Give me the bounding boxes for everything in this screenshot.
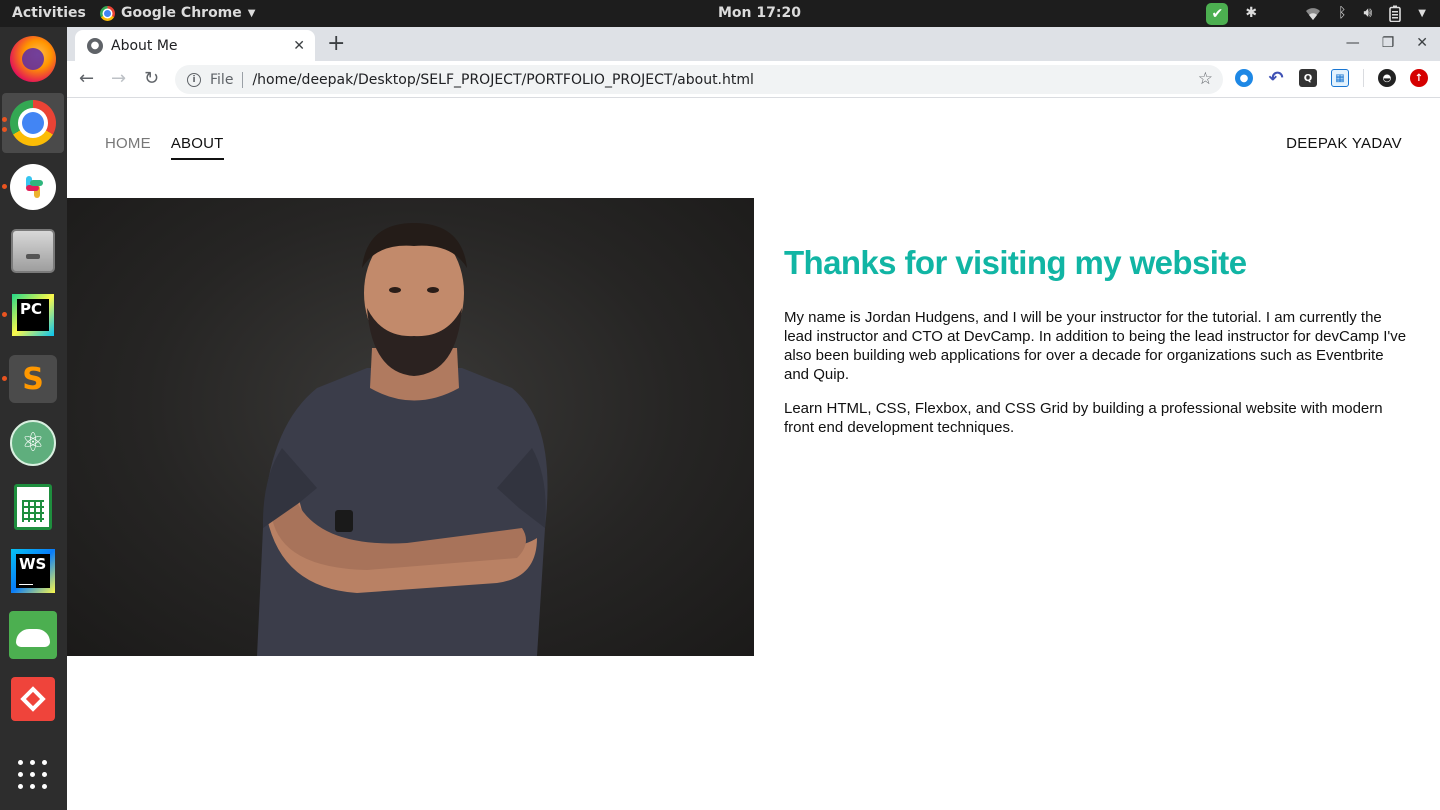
pycharm-icon-label: PC	[20, 300, 43, 318]
info-icon[interactable]: i	[187, 72, 201, 87]
undo-extension-icon[interactable]: ↶	[1267, 68, 1285, 89]
running-indicator	[2, 376, 7, 381]
activities-button[interactable]: Activities	[12, 5, 86, 21]
web-page: HOME ABOUT DEEPAK YADAV Thanks for visit…	[67, 99, 1440, 810]
tab-strip: ● About Me ✕ + — ❐ ✕	[67, 27, 1440, 61]
profile-photo	[67, 198, 754, 656]
address-bar[interactable]: i File /home/deepak/Desktop/SELF_PROJECT…	[175, 65, 1223, 94]
spreadsheet-icon	[14, 484, 52, 530]
atom-icon: ⚛	[10, 420, 56, 466]
intro-paragraph: My name is Jordan Hudgens, and I will be…	[784, 309, 1407, 383]
reload-icon[interactable]: ↻	[144, 68, 159, 90]
dock-pycharm[interactable]: PC	[2, 285, 64, 345]
dock-slack[interactable]	[2, 157, 64, 217]
url-text[interactable]: /home/deepak/Desktop/SELF_PROJECT/PORTFO…	[252, 72, 753, 88]
chrome-app-icon	[100, 5, 115, 21]
running-indicator	[2, 127, 7, 132]
webstorm-icon: WS	[11, 549, 55, 593]
toolbar-divider	[1363, 69, 1364, 87]
restore-icon[interactable]: ❐	[1382, 35, 1395, 51]
globe-extension-icon[interactable]: ●	[1235, 69, 1253, 87]
nav-link-home[interactable]: HOME	[105, 135, 151, 160]
tab-about-me[interactable]: ● About Me ✕	[75, 30, 315, 61]
calendar-extension-icon[interactable]: ▦	[1331, 69, 1349, 87]
slack-tray-icon[interactable]: ✱	[1245, 3, 1257, 24]
forward-arrow-icon[interactable]: →	[111, 68, 126, 90]
close-window-icon[interactable]: ✕	[1416, 35, 1428, 51]
bookmark-star-icon[interactable]: ☆	[1198, 69, 1213, 89]
chrome-icon	[10, 100, 56, 146]
running-indicator	[2, 312, 7, 317]
chevron-down-icon: ▼	[247, 7, 256, 19]
dock-sublime[interactable]: S	[2, 349, 64, 409]
dock-firefox[interactable]	[2, 29, 64, 89]
about-content: Thanks for visiting my website My name i…	[784, 244, 1409, 452]
running-indicator	[2, 117, 7, 122]
app-grid-icon	[18, 760, 48, 790]
sublime-text-icon: S	[9, 355, 57, 403]
site-nav: HOME ABOUT	[105, 135, 224, 160]
update-alert-icon[interactable]: ↑	[1410, 69, 1428, 87]
dock: PC S ⚛ WS	[0, 27, 67, 810]
q-extension-icon[interactable]: Q	[1299, 69, 1317, 87]
system-menu-chevron-icon[interactable]: ▼	[1418, 3, 1426, 24]
profile-avatar-icon[interactable]: ◓	[1378, 69, 1396, 87]
bluetooth-icon[interactable]: ᛒ	[1338, 3, 1346, 24]
dolphin-icon	[9, 611, 57, 659]
site-brand[interactable]: DEEPAK YADAV	[1286, 135, 1402, 152]
dock-chrome[interactable]	[2, 93, 64, 153]
slack-icon	[10, 164, 56, 210]
dock-files[interactable]	[2, 221, 64, 281]
new-tab-button[interactable]: +	[327, 33, 345, 55]
tab-title: About Me	[111, 37, 178, 54]
dock-mysql[interactable]	[2, 605, 64, 665]
nav-link-about[interactable]: ABOUT	[170, 135, 224, 160]
course-paragraph: Learn HTML, CSS, Flexbox, and CSS Grid b…	[784, 400, 1383, 436]
extension-bar: ● ↶ Q ▦ ◓ ↑	[1235, 68, 1428, 89]
running-indicator	[2, 184, 7, 189]
window-controls: — ❐ ✕	[1346, 35, 1428, 51]
dock-atom[interactable]: ⚛	[2, 413, 64, 473]
firefox-icon	[10, 36, 56, 82]
dock-webstorm[interactable]: WS	[2, 541, 64, 601]
anydesk-icon	[11, 677, 55, 721]
globe-icon: ●	[87, 37, 103, 54]
profile-photo-illustration	[257, 223, 548, 656]
show-applications-button[interactable]	[2, 745, 64, 805]
files-icon	[11, 229, 55, 273]
system-tray: ✔ ✱ ᛒ 🔊︎ ▼	[1206, 2, 1426, 25]
minimize-icon[interactable]: —	[1346, 35, 1360, 51]
dock-anydesk[interactable]	[2, 669, 64, 729]
clock[interactable]: Mon 17:20	[718, 5, 801, 21]
security-shield-icon[interactable]: ✔	[1206, 2, 1229, 25]
back-arrow-icon[interactable]: ←	[79, 68, 94, 90]
webstorm-icon-label: WS	[19, 555, 47, 573]
volume-icon[interactable]: 🔊︎	[1363, 3, 1372, 24]
close-tab-icon[interactable]: ✕	[293, 38, 305, 54]
wifi-icon[interactable]	[1305, 7, 1321, 21]
url-scheme-label: File	[210, 71, 244, 88]
page-heading: Thanks for visiting my website	[784, 244, 1247, 281]
dock-calc[interactable]	[2, 477, 64, 537]
pycharm-icon: PC	[12, 294, 54, 336]
browser-toolbar: ← → ↻ i File /home/deepak/Desktop/SELF_P…	[67, 61, 1440, 98]
system-top-bar: Activities Google Chrome ▼ Mon 17:20 ✔ ✱…	[0, 0, 1440, 27]
battery-icon[interactable]	[1389, 5, 1402, 22]
app-menu[interactable]: Google Chrome ▼	[100, 5, 255, 21]
app-menu-label: Google Chrome	[121, 5, 242, 21]
